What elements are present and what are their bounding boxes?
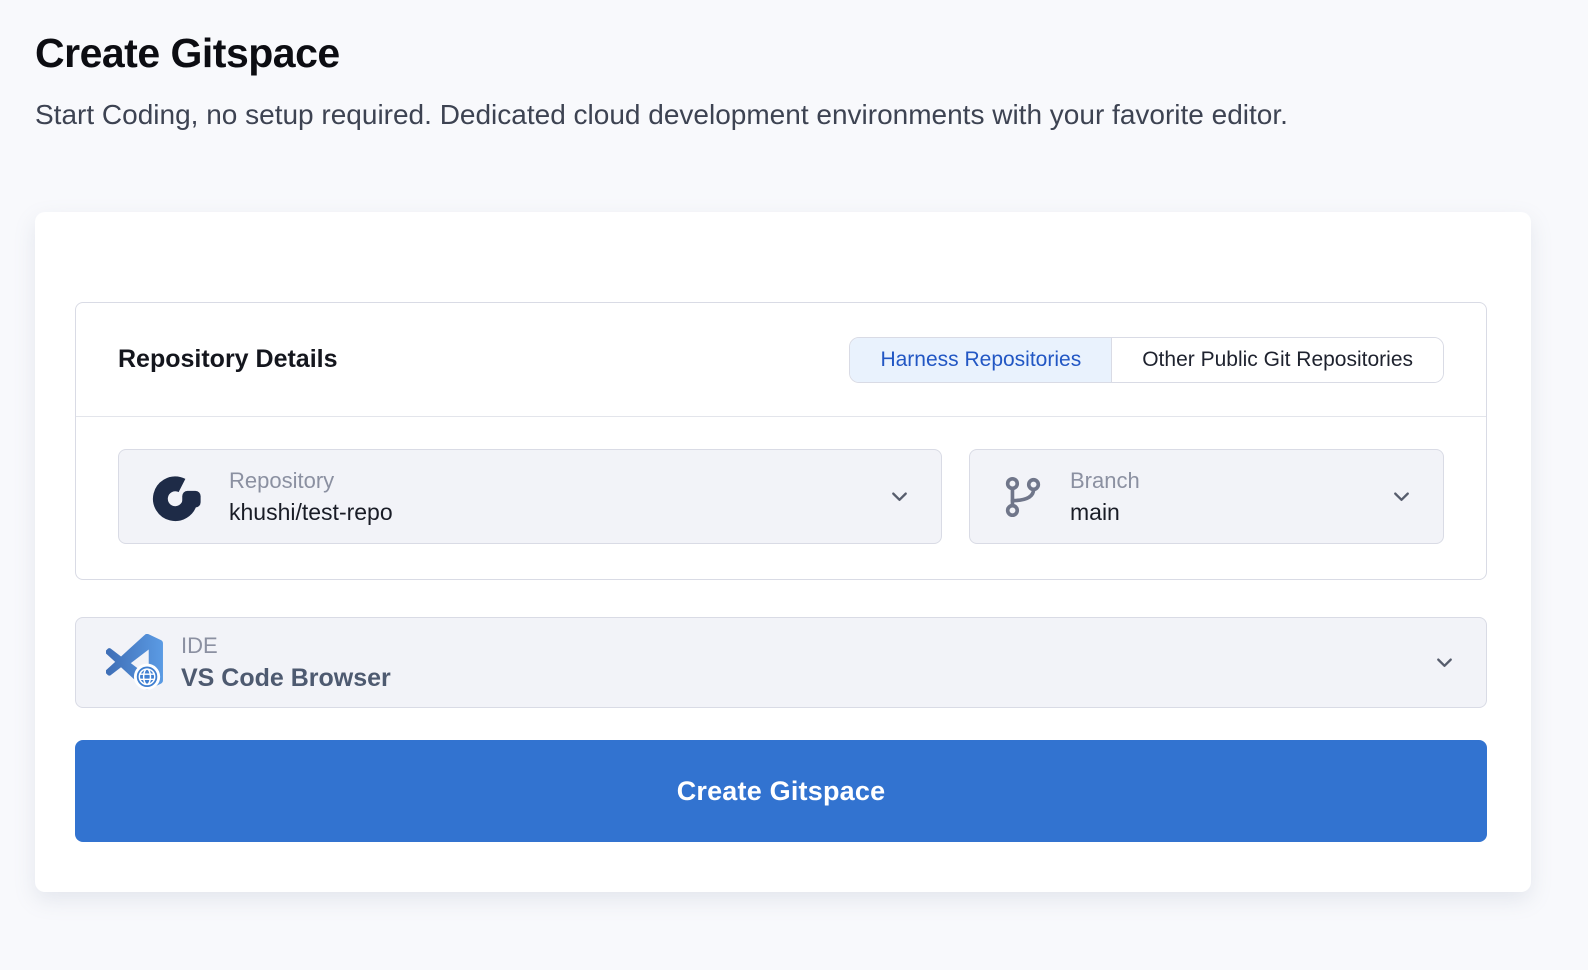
branch-label: Branch (1070, 469, 1140, 493)
repository-fields-row: Repository khushi/test-repo (76, 417, 1486, 579)
branch-value: main (1070, 500, 1140, 525)
tab-other-public-git-repositories[interactable]: Other Public Git Repositories (1111, 338, 1443, 382)
branch-select[interactable]: Branch main (969, 449, 1444, 544)
repository-details-header: Repository Details Harness Repositories … (76, 303, 1486, 417)
vscode-browser-icon (106, 634, 163, 691)
section-title: Repository Details (118, 345, 338, 374)
repo-source-tabs: Harness Repositories Other Public Git Re… (849, 337, 1444, 383)
harness-code-icon (149, 469, 205, 525)
ide-label: IDE (181, 634, 391, 658)
repository-value: khushi/test-repo (229, 500, 393, 525)
repository-details-section: Repository Details Harness Repositories … (75, 302, 1487, 580)
chevron-down-icon (1433, 651, 1456, 674)
ide-value: VS Code Browser (181, 665, 391, 693)
repository-select[interactable]: Repository khushi/test-repo (118, 449, 942, 544)
git-branch-icon (1000, 474, 1046, 520)
page-subtitle: Start Coding, no setup required. Dedicat… (35, 93, 1485, 136)
repository-label: Repository (229, 469, 393, 493)
tab-harness-repositories[interactable]: Harness Repositories (850, 338, 1111, 382)
create-gitspace-page: Create Gitspace Start Coding, no setup r… (0, 0, 1588, 892)
create-gitspace-button[interactable]: Create Gitspace (75, 740, 1487, 842)
ide-field-text: IDE VS Code Browser (181, 634, 391, 693)
branch-field-text: Branch main (1070, 469, 1140, 525)
chevron-down-icon (1390, 485, 1413, 508)
ide-select[interactable]: IDE VS Code Browser (75, 617, 1487, 708)
page-title: Create Gitspace (35, 30, 1588, 77)
create-gitspace-card: Repository Details Harness Repositories … (35, 212, 1531, 892)
chevron-down-icon (888, 485, 911, 508)
repository-field-text: Repository khushi/test-repo (229, 469, 393, 525)
